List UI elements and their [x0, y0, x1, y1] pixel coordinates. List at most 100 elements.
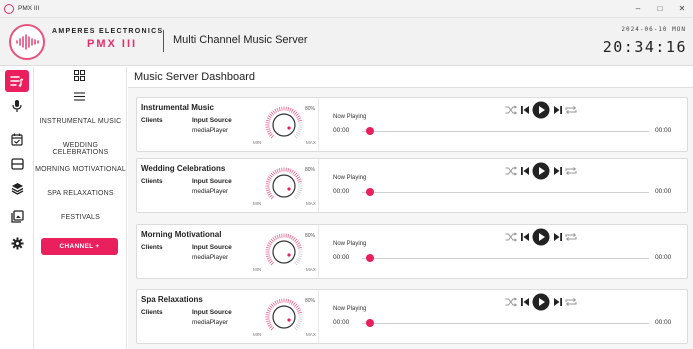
progress-track[interactable] [362, 192, 649, 193]
volume-tick [267, 258, 272, 262]
volume-tick [297, 311, 302, 314]
volume-tick [297, 180, 302, 183]
next-button[interactable] [553, 166, 563, 176]
total-time: 00:00 [655, 188, 672, 195]
channel-info: Spa Relaxations Clients Input Source med… [137, 290, 319, 343]
volume-tick [269, 240, 273, 244]
progress-thumb[interactable] [366, 188, 374, 196]
previous-button[interactable] [520, 166, 530, 176]
shuffle-button[interactable] [505, 232, 517, 242]
previous-button[interactable] [520, 105, 530, 115]
sidebar-item-morning-motivational[interactable]: MORNING MOTIVATIONAL [34, 166, 127, 173]
volume-tick [265, 314, 270, 316]
volume-tick [296, 176, 301, 180]
repeat-button[interactable] [565, 105, 577, 115]
volume-tick [266, 311, 271, 314]
volume-max-label: MAX [306, 140, 316, 145]
progress-thumb[interactable] [366, 127, 374, 135]
close-button[interactable]: ✕ [671, 4, 693, 13]
previous-button[interactable] [520, 232, 530, 242]
list-view-button[interactable] [74, 92, 85, 104]
volume-tick [289, 107, 292, 112]
rail-gallery-button[interactable] [5, 205, 29, 227]
input-source-label: Input Source [192, 178, 232, 185]
next-button[interactable] [553, 232, 563, 242]
channel-card: Instrumental Music Clients Input Source … [136, 97, 688, 152]
rail-playlist-button[interactable] [5, 70, 29, 92]
volume-min-label: MIN [253, 332, 261, 337]
maximize-button[interactable]: □ [649, 4, 671, 13]
volume-tick [270, 238, 275, 243]
play-button[interactable] [532, 101, 550, 119]
repeat-button[interactable] [565, 232, 577, 242]
volume-tick [293, 261, 298, 266]
shuffle-button[interactable] [505, 105, 517, 115]
volume-tick [276, 234, 279, 239]
volume-tick [293, 134, 298, 139]
shuffle-button[interactable] [505, 297, 517, 307]
volume-tick [297, 191, 302, 194]
next-button[interactable] [553, 297, 563, 307]
volume-tick [266, 180, 271, 183]
channel-card: Wedding Celebrations Clients Input Sourc… [136, 158, 688, 213]
play-button[interactable] [532, 162, 550, 180]
rail-schedule-button[interactable] [5, 128, 29, 150]
volume-tick [274, 108, 278, 113]
progress-track[interactable] [362, 131, 649, 132]
rail-layers-button[interactable] [5, 177, 29, 199]
volume-tick [265, 122, 270, 124]
volume-knob[interactable]: 80% MIN MAX [249, 163, 319, 208]
minimize-button[interactable]: – [627, 4, 649, 13]
progress-thumb[interactable] [366, 254, 374, 262]
volume-tick [289, 168, 292, 173]
volume-tick [297, 322, 302, 325]
previous-button[interactable] [520, 297, 530, 307]
play-button[interactable] [532, 293, 550, 311]
play-button[interactable] [532, 228, 550, 246]
volume-tick [289, 234, 292, 239]
shuffle-button[interactable] [505, 166, 517, 176]
volume-tick [296, 258, 301, 262]
volume-tick [266, 117, 271, 120]
volume-tick [270, 134, 275, 139]
sidebar-item-instrumental-music[interactable]: INSTRUMENTAL MUSIC [34, 118, 127, 125]
progress-track[interactable] [362, 323, 649, 324]
repeat-button[interactable] [565, 297, 577, 307]
skip-previous-icon [520, 298, 529, 306]
window-controls: – □ ✕ [627, 4, 693, 13]
add-channel-button[interactable]: CHANNEL + [41, 238, 118, 255]
rail-settings-button[interactable] [5, 232, 29, 254]
playback-controls [505, 292, 577, 312]
sidebar-item-spa-relaxations[interactable]: SPA RELAXATIONS [34, 190, 127, 197]
input-source-value: mediaPlayer [192, 127, 229, 134]
progress-thumb[interactable] [366, 319, 374, 327]
sidebar-item-wedding-celebrations[interactable]: WEDDING CELEBRATIONS [34, 142, 127, 156]
elapsed-time: 00:00 [333, 188, 350, 195]
volume-tick [266, 128, 271, 131]
next-button[interactable] [553, 105, 563, 115]
date-display: 2024-06-10 MON [621, 26, 686, 33]
volume-tick [265, 183, 270, 185]
rail-microphone-button[interactable] [5, 95, 29, 117]
rail-window-button[interactable] [5, 153, 29, 175]
volume-knob[interactable]: 80% MIN MAX [249, 102, 319, 147]
volume-tick [269, 305, 273, 309]
total-time: 00:00 [655, 254, 672, 261]
repeat-button[interactable] [565, 166, 577, 176]
volume-tick [297, 255, 302, 258]
volume-knob[interactable]: 80% MIN MAX [249, 294, 319, 339]
volume-tick [285, 233, 287, 238]
sidebar-item-festivals[interactable]: FESTIVALS [34, 214, 127, 221]
input-source-label: Input Source [192, 309, 232, 316]
volume-tick [296, 323, 301, 327]
volume-min-label: MIN [253, 140, 261, 145]
volume-tick [272, 171, 276, 175]
grid-view-button[interactable] [74, 70, 85, 84]
volume-indicator [287, 253, 291, 257]
volume-knob[interactable]: 80% MIN MAX [249, 229, 319, 274]
volume-tick [269, 133, 273, 137]
volume-tick [267, 192, 272, 196]
progress-track[interactable] [362, 258, 649, 259]
volume-tick [298, 187, 303, 189]
volume-tick [297, 257, 302, 260]
